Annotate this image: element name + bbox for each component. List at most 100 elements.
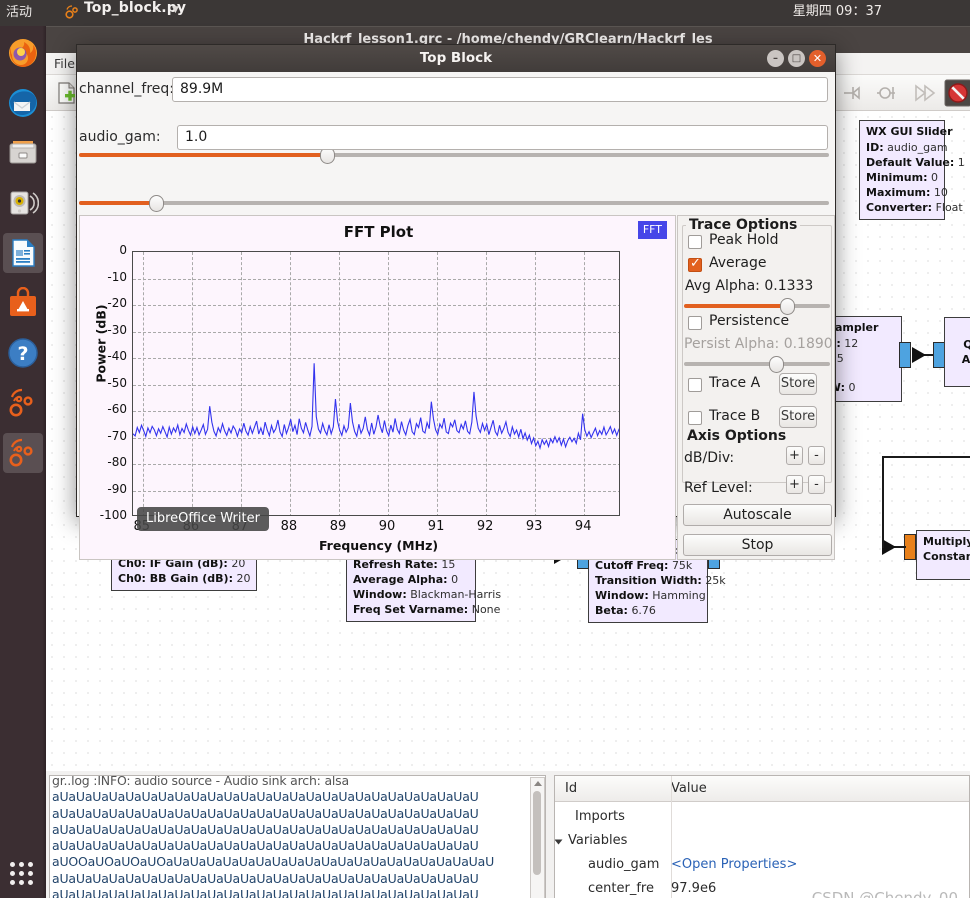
audio-gam-label: audio_gam: bbox=[79, 129, 161, 145]
launcher-item-rhythmbox[interactable] bbox=[3, 183, 43, 223]
row-label: Ch0: BB Gain (dB): bbox=[118, 572, 233, 585]
persist-alpha-slider[interactable] bbox=[684, 356, 830, 373]
fft-badge[interactable]: FFT bbox=[637, 221, 667, 239]
launcher-item-libreoffice-writer[interactable] bbox=[3, 233, 43, 273]
persistence-checkbox[interactable] bbox=[688, 316, 702, 330]
show-applications-icon[interactable] bbox=[10, 862, 36, 888]
tree-row-value[interactable]: <Open Properties> bbox=[671, 857, 797, 872]
persistence-label[interactable]: Persistence bbox=[709, 313, 789, 329]
trace-a-store-button[interactable]: Store bbox=[779, 373, 817, 395]
ref-level-decrease-button[interactable]: - bbox=[808, 475, 825, 494]
stop-icon[interactable] bbox=[944, 79, 970, 107]
trace-a-label[interactable]: Trace A bbox=[709, 375, 760, 391]
ref-level-label: Ref Level: bbox=[684, 480, 753, 496]
row-value: 6.76 bbox=[631, 604, 656, 617]
top-block-dialog[interactable]: Top Block – □ ✕ channel_freq: 89.9M audi… bbox=[76, 44, 836, 560]
slider-track-empty bbox=[327, 153, 829, 157]
console-line: aUaUaUaUaUaUaUaUaUaUaUaUaUaUaUaUaUaUaUaU… bbox=[52, 870, 479, 886]
y-tick-label: -80 bbox=[107, 455, 127, 469]
launcher-item-thunderbird[interactable] bbox=[3, 83, 43, 123]
block-wbfm-receive[interactable]: W Quad Audio bbox=[944, 317, 970, 387]
launcher-item-firefox[interactable] bbox=[3, 33, 43, 73]
tree-row-audio-gam[interactable]: audio_gam <Open Properties> bbox=[588, 854, 964, 878]
gnuradio-icon bbox=[9, 438, 33, 467]
close-button[interactable]: ✕ bbox=[809, 50, 826, 67]
plot-title: FFT Plot bbox=[343, 223, 414, 241]
row-value: 1 bbox=[957, 156, 965, 169]
svg-text:?: ? bbox=[17, 343, 28, 365]
wire bbox=[882, 456, 884, 548]
col-header-id[interactable]: Id bbox=[565, 781, 577, 796]
audio-gam-input[interactable]: 1.0 bbox=[177, 125, 828, 150]
wire bbox=[882, 456, 970, 458]
db-div-decrease-button[interactable]: - bbox=[808, 446, 825, 465]
row-label: Freq Set Varname: bbox=[353, 603, 469, 616]
trace-b-checkbox[interactable] bbox=[688, 411, 702, 425]
close-icon: ✕ bbox=[812, 52, 823, 65]
autoscale-button[interactable]: Autoscale bbox=[683, 504, 832, 526]
forward-icon[interactable] bbox=[912, 80, 938, 106]
slider-track-empty bbox=[153, 201, 829, 205]
avg-alpha-slider[interactable] bbox=[684, 298, 830, 315]
tree-row-imports[interactable]: Imports bbox=[575, 806, 965, 830]
block-title: WX GUI Slider bbox=[866, 125, 953, 138]
tree-row-id: Imports bbox=[575, 809, 625, 824]
average-label[interactable]: Average bbox=[709, 255, 767, 271]
trace-a-checkbox[interactable] bbox=[688, 378, 702, 392]
launcher-item-ubuntu-software[interactable] bbox=[3, 283, 43, 323]
col-header-value[interactable]: Value bbox=[671, 781, 707, 796]
slider-knob[interactable] bbox=[769, 356, 784, 373]
trace-b-label[interactable]: Trace B bbox=[709, 408, 760, 424]
files-icon bbox=[9, 141, 37, 164]
row-value: 0 bbox=[930, 171, 938, 184]
row-label: Minimum: bbox=[866, 171, 928, 184]
maximize-icon: □ bbox=[791, 53, 802, 64]
menu-file[interactable]: File bbox=[54, 56, 75, 71]
x-tick-label: 89 bbox=[329, 519, 347, 534]
expander-triangle-icon[interactable] bbox=[555, 839, 563, 845]
maximize-button[interactable]: □ bbox=[788, 50, 805, 67]
fft-plot-panel[interactable]: FFT Plot FFT Power (dB) Frequency (MHz) … bbox=[79, 215, 676, 560]
port-out-resampler[interactable] bbox=[899, 342, 911, 368]
console-output[interactable]: gr..log :INFO: audio source - Audio sink… bbox=[49, 775, 546, 898]
audio-gam-slider[interactable] bbox=[79, 195, 829, 212]
console-scrollbar[interactable] bbox=[530, 777, 545, 898]
scrollbar-thumb[interactable] bbox=[533, 791, 541, 875]
plug-icon[interactable] bbox=[874, 80, 900, 106]
scroll-up-arrow[interactable] bbox=[534, 781, 542, 786]
row-label: Window: bbox=[595, 589, 649, 602]
plot-drawing-area[interactable] bbox=[132, 251, 620, 516]
ref-level-increase-button[interactable]: + bbox=[786, 475, 803, 494]
launcher-item-help[interactable]: ? bbox=[3, 333, 43, 373]
row-label: Transition Width: bbox=[595, 574, 702, 587]
dialog-titlebar[interactable]: Top Block bbox=[77, 45, 835, 72]
peak-hold-checkbox[interactable] bbox=[688, 235, 702, 249]
block-wx-gui-slider[interactable]: WX GUI Slider ID: audio_gam Default Valu… bbox=[859, 120, 965, 220]
clock[interactable]: 星期四 09：37 bbox=[0, 0, 970, 19]
stop-button[interactable]: Stop bbox=[683, 534, 832, 556]
libreoffice-writer-icon bbox=[12, 239, 35, 267]
row-value: audio_gam bbox=[887, 141, 948, 154]
trace-options-panel[interactable]: Trace Options Peak Hold Average Avg Alph… bbox=[677, 215, 835, 560]
channel-freq-input[interactable]: 89.9M bbox=[172, 77, 828, 102]
launcher-item-files[interactable] bbox=[3, 133, 43, 173]
db-div-increase-button[interactable]: + bbox=[786, 446, 803, 465]
slider-track-filled bbox=[684, 362, 772, 366]
variable-tree[interactable]: Id Value Imports Variables audio_gam <Op… bbox=[554, 775, 970, 898]
minimize-button[interactable]: – bbox=[767, 50, 784, 67]
row-value: 10 bbox=[933, 186, 948, 199]
disconnect-icon[interactable] bbox=[840, 80, 866, 106]
slider-knob[interactable] bbox=[149, 195, 164, 212]
launcher-item-gnuradio-companion-running[interactable] bbox=[3, 433, 43, 473]
tree-row-variables[interactable]: Variables bbox=[555, 830, 964, 854]
row-label: ID: bbox=[866, 141, 884, 154]
trace-b-store-button[interactable]: Store bbox=[779, 406, 817, 428]
block-multiply-const[interactable]: Multiply Constan bbox=[916, 530, 970, 580]
ubuntu-software-icon bbox=[10, 287, 36, 316]
launcher-item-gnuradio-companion[interactable] bbox=[3, 383, 43, 423]
peak-hold-label[interactable]: Peak Hold bbox=[709, 232, 779, 248]
row-value: Blackman-Harris bbox=[410, 588, 502, 601]
y-tick-label: 0 bbox=[119, 243, 127, 257]
tree-row-id: Variables bbox=[568, 833, 628, 848]
average-checkbox[interactable] bbox=[688, 256, 702, 272]
